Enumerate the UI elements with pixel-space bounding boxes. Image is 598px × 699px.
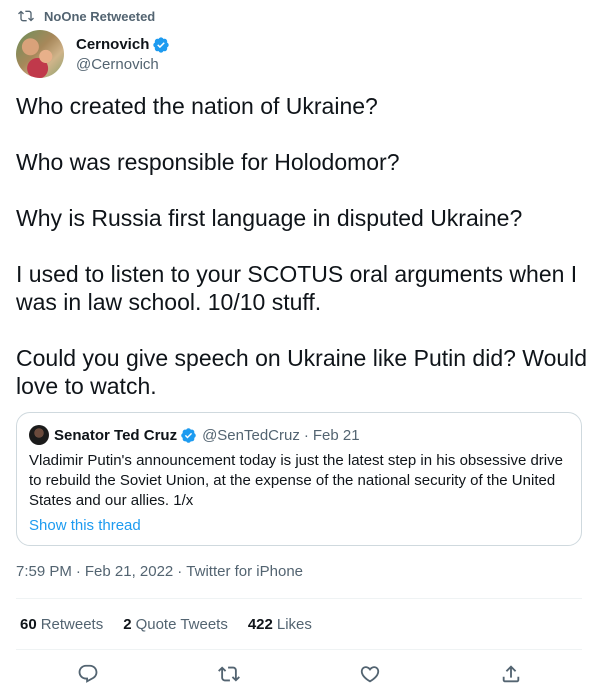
verified-badge-icon [153, 36, 170, 53]
quote-avatar [29, 425, 49, 445]
author-display-name[interactable]: Cernovich [76, 36, 149, 53]
tweet-text: Who created the nation of Ukraine? Who w… [16, 93, 588, 399]
author-handle[interactable]: @Cernovich [76, 56, 170, 73]
reply-icon [78, 664, 98, 683]
retweet-context[interactable]: NoOne Retweeted [18, 6, 155, 26]
quote-tweets-count[interactable]: 2 Quote Tweets [123, 616, 228, 633]
retweet-label: NoOne Retweeted [44, 8, 156, 24]
tweet-date[interactable]: Feb 21, 2022 [85, 563, 173, 580]
verified-badge-icon [181, 427, 196, 443]
action-bar [0, 659, 598, 693]
tweet-meta: 7:59 PM · Feb 21, 2022 · Twitter for iPh… [16, 563, 303, 580]
quote-display-name: Senator Ted Cruz [54, 426, 178, 444]
meta-separator: · [177, 563, 183, 580]
avatar[interactable] [16, 30, 64, 78]
quote-text: Vladimir Putin's announcement today is j… [29, 452, 563, 509]
reply-button[interactable] [77, 663, 101, 687]
like-button[interactable] [359, 663, 383, 687]
divider [16, 649, 582, 650]
quoted-tweet[interactable]: Senator Ted Cruz @SenTedCruz · Feb 21 Vl… [16, 412, 582, 546]
tweet-source[interactable]: Twitter for iPhone [186, 563, 303, 580]
retweet-icon [18, 10, 34, 22]
retweet-icon [218, 666, 240, 682]
divider [16, 598, 582, 599]
engagement-stats: 60 Retweets 2 Quote Tweets 422 Likes [20, 616, 332, 633]
retweet-button[interactable] [218, 663, 242, 687]
tweet-author[interactable]: Cernovich @Cernovich [16, 30, 170, 78]
show-thread-link[interactable]: Show this thread [29, 517, 569, 534]
tweet-time[interactable]: 7:59 PM [16, 563, 72, 580]
quote-date: Feb 21 [312, 426, 360, 444]
share-button[interactable] [500, 663, 524, 687]
likes-count[interactable]: 422 Likes [248, 616, 312, 633]
like-icon [360, 666, 380, 683]
share-icon [502, 665, 520, 683]
quote-handle: @SenTedCruz [202, 426, 300, 444]
meta-separator: · [75, 563, 81, 580]
quote-separator: · [303, 426, 309, 444]
retweets-count[interactable]: 60 Retweets [20, 616, 103, 633]
